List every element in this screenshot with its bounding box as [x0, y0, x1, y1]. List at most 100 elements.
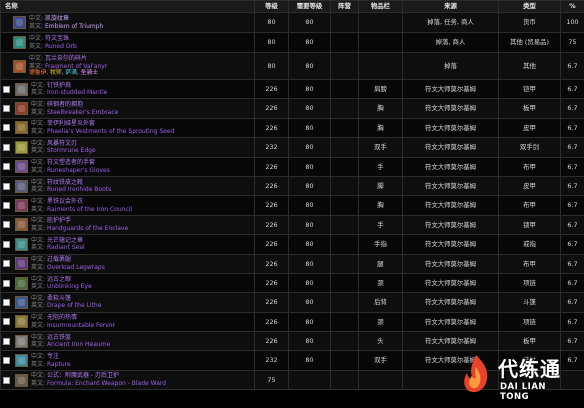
- table-row[interactable]: 中文: 符文宝珠 英文: Runed Orb 80 80 掉落, 商人 其他 (贸易品) 7…: [0, 32, 584, 53]
- item-name-en[interactable]: Rapture: [47, 361, 71, 368]
- table-row[interactable]: 中文: 光芒蕴记之章 英文: Radiant Seal 226 80 手指 符文大师莫尔基…: [0, 234, 584, 255]
- item-name-en[interactable]: Runeshaper's Gloves: [47, 167, 110, 174]
- row-checkbox[interactable]: [3, 221, 10, 229]
- steelbreakers-embrace-icon[interactable]: [15, 102, 28, 116]
- item-name-cell: 中文: 符文宝珠 英文: Runed Orb: [0, 32, 255, 53]
- row-checkbox[interactable]: [3, 85, 10, 93]
- row-checkbox[interactable]: [3, 376, 10, 384]
- table-row[interactable]: 中文: 无阻的热情 英文: Insurmountable Fervor 226 80 颈…: [0, 311, 584, 333]
- runed-orb-icon[interactable]: [13, 36, 26, 49]
- header-level[interactable]: 等级: [254, 0, 289, 13]
- fragment-of-valanyr-icon[interactable]: [13, 59, 26, 73]
- formula-enchant-weapon-icon[interactable]: [15, 373, 28, 387]
- row-checkbox[interactable]: [3, 279, 10, 287]
- table-row[interactable]: 中文: 凯旋纹章 英文: Emblem of Triumph 80 80 掉落, 任务,…: [0, 12, 584, 33]
- item-name-en[interactable]: Ancient Iron Heaume: [47, 341, 110, 348]
- item-name-cn[interactable]: 公式：附魔武器 - 刃后卫护: [47, 372, 119, 379]
- item-name-cn[interactable]: 远古之眼: [47, 276, 71, 283]
- runeshapers-gloves-icon[interactable]: [15, 160, 28, 174]
- rapture-icon[interactable]: [15, 354, 28, 368]
- row-checkbox[interactable]: [3, 182, 10, 190]
- row-checkbox[interactable]: [3, 105, 10, 113]
- item-name-cn[interactable]: 瓦兰奈尔的碎片: [45, 55, 87, 62]
- phaelias-vestments-icon[interactable]: [15, 121, 28, 135]
- item-name-cn[interactable]: 远古铁盔: [47, 334, 71, 341]
- item-name-en[interactable]: Phaelia's Vestments of the Sprouting See…: [47, 128, 174, 135]
- item-name-cn[interactable]: 符纹铁皮之靴: [47, 179, 83, 186]
- item-name-en[interactable]: Raiments of the Iron Council: [47, 206, 132, 213]
- table-row[interactable]: 中文: 菲伊利娅星炎外套 英文: Phaelia's Vestments of t…: [0, 117, 584, 139]
- item-name-en[interactable]: Emblem of Triumph: [45, 23, 103, 30]
- handguards-of-the-enclave-icon[interactable]: [15, 218, 28, 232]
- row-checkbox[interactable]: [3, 337, 10, 345]
- raiments-of-the-iron-council-icon[interactable]: [15, 199, 28, 213]
- header-type[interactable]: 类型: [498, 0, 561, 13]
- item-name-en[interactable]: Fragment of Val'anyr: [45, 63, 107, 70]
- item-name-cn[interactable]: 风暴符文刃: [47, 140, 77, 147]
- item-name-en[interactable]: Handguards of the Enclave: [47, 225, 128, 232]
- table-row[interactable]: 中文: 钉铁护肩 英文: Iron-studded Mantle 226 80 肩膀 符文…: [0, 78, 584, 100]
- overload-legwraps-icon[interactable]: [15, 257, 28, 271]
- table-row[interactable]: 中文: 瓦兰奈尔的碎片 英文: Fragment of Val'anyr 德鲁伊, …: [0, 52, 584, 80]
- header-source[interactable]: 来源: [402, 0, 499, 13]
- ancient-iron-heaume-icon[interactable]: [15, 334, 28, 348]
- item-name-en[interactable]: Overload Legwraps: [47, 264, 105, 271]
- header-camp[interactable]: 阵营: [330, 0, 359, 13]
- item-name-cn[interactable]: 过载裹腿: [47, 256, 71, 263]
- item-name-cn[interactable]: 光芒蕴记之章: [47, 237, 83, 244]
- table-row[interactable]: 中文: 庇护护手 英文: Handguards of the Enclave 226…: [0, 214, 584, 236]
- row-checkbox[interactable]: [3, 124, 10, 132]
- table-row[interactable]: 中文: 黑铁议会外衣 英文: Raiments of the Iron Counc…: [0, 195, 584, 216]
- stormrune-edge-icon[interactable]: [15, 140, 28, 154]
- item-name-en[interactable]: Drape of the Lithe: [47, 302, 101, 309]
- item-name-en-line: 英文: Runed Ironhide Boots: [31, 186, 111, 194]
- item-name-cn[interactable]: 钉铁护肩: [47, 82, 71, 89]
- row-checkbox[interactable]: [3, 143, 10, 151]
- table-row[interactable]: 中文: 风暴符文刃 英文: Stormrune Edge 232 80 双手 符文大师莫尔…: [0, 137, 584, 158]
- item-name-en[interactable]: Radiant Seal: [47, 244, 85, 251]
- runed-ironhide-boots-icon[interactable]: [15, 179, 28, 193]
- item-name-cn[interactable]: 碎钢者的拥抱: [47, 101, 83, 108]
- row-checkbox[interactable]: [3, 202, 10, 210]
- item-name-en[interactable]: Formula: Enchant Weapon - Blade Ward: [47, 380, 166, 387]
- item-name-en[interactable]: Runed Orb: [45, 43, 77, 50]
- item-name-cn[interactable]: 庇护护手: [47, 217, 71, 224]
- unblinking-eye-icon[interactable]: [15, 276, 28, 290]
- drape-of-the-lithe-icon[interactable]: [15, 295, 28, 309]
- item-name-cn[interactable]: 符文宝珠: [45, 35, 69, 42]
- table-row[interactable]: 中文: 符纹铁皮之靴 英文: Runed Ironhide Boots 226 80 脚…: [0, 175, 584, 197]
- row-checkbox[interactable]: [3, 240, 10, 248]
- table-row[interactable]: 中文: 柔软斗篷 英文: Drape of the Lithe 226 80 后背 符文大…: [0, 292, 584, 313]
- header-pct[interactable]: %: [560, 0, 584, 13]
- emblem-of-triumph-icon[interactable]: [13, 16, 26, 29]
- table-row[interactable]: 中文: 过载裹腿 英文: Overload Legwraps 226 80 腿符文大师莫…: [0, 253, 584, 274]
- iron-studded-mantle-icon[interactable]: [15, 82, 28, 96]
- item-name-cn[interactable]: 凯旋纹章: [45, 15, 69, 22]
- header-name[interactable]: 名称: [0, 0, 255, 13]
- table-row[interactable]: 中文: 远古之眼 英文: Unblinking Eye 226 80 颈符文大师莫尔基姆…: [0, 272, 584, 294]
- item-name-cn[interactable]: 柔软斗篷: [47, 295, 71, 302]
- item-name-en[interactable]: Insurmountable Fervor: [47, 322, 115, 329]
- row-checkbox[interactable]: [3, 318, 10, 326]
- item-name-cn[interactable]: 无阻的热情: [47, 314, 77, 321]
- row-checkbox[interactable]: [3, 298, 10, 306]
- item-name-en[interactable]: Stormrune Edge: [47, 147, 96, 154]
- header-req-level[interactable]: 需要等级: [288, 0, 331, 13]
- item-name-en[interactable]: Unblinking Eye: [47, 283, 92, 290]
- row-checkbox[interactable]: [3, 357, 10, 365]
- header-slot[interactable]: 物品栏: [358, 0, 403, 13]
- item-name-en[interactable]: Steelbreaker's Embrace: [47, 109, 118, 116]
- item-name-cn[interactable]: 专注: [47, 353, 59, 360]
- table-row[interactable]: 中文: 碎钢者的拥抱 英文: Steelbreaker's Embrace 226 8…: [0, 98, 584, 119]
- radiant-seal-icon[interactable]: [15, 237, 28, 251]
- row-checkbox[interactable]: [3, 260, 10, 268]
- item-name-en[interactable]: Iron-studded Mantle: [47, 89, 107, 96]
- item-name-en[interactable]: Runed Ironhide Boots: [47, 186, 111, 193]
- row-checkbox[interactable]: [3, 163, 10, 171]
- table-row[interactable]: 中文: 符文塑造者的手套 英文: Runeshaper's Gloves 226 80…: [0, 156, 584, 177]
- item-req-level: [288, 369, 331, 391]
- item-name-cn[interactable]: 黑铁议会外衣: [47, 198, 83, 205]
- insurmountable-fervor-icon[interactable]: [15, 315, 28, 329]
- item-name-cn[interactable]: 菲伊利娅星炎外套: [47, 120, 95, 127]
- item-name-cn[interactable]: 符文塑造者的手套: [47, 159, 95, 166]
